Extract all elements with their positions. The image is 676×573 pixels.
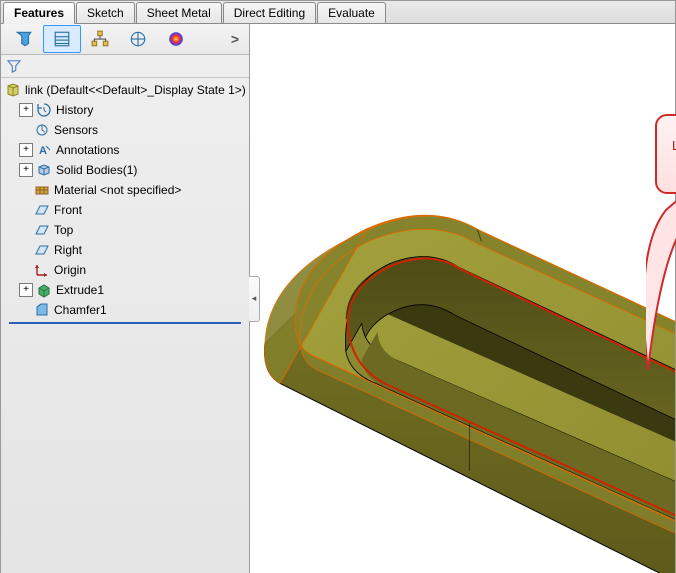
tree-item-extrude1[interactable]: + Extrude1 <box>1 280 249 300</box>
expander-icon <box>19 264 31 276</box>
tree-item-label: Right <box>54 243 82 257</box>
history-icon <box>36 102 52 118</box>
funnel-icon <box>7 59 21 73</box>
tree-item-front-plane[interactable]: Front <box>1 200 249 220</box>
expander-icon <box>19 124 31 136</box>
graphics-viewport[interactable]: ◂ <box>250 24 675 573</box>
expander-icon[interactable]: + <box>19 283 33 297</box>
tab-evaluate[interactable]: Evaluate <box>317 2 386 23</box>
feature-manager-tab[interactable] <box>5 25 43 53</box>
feature-manager-panel: > link (Default<<Default>_Display State … <box>1 24 250 573</box>
tree-item-material[interactable]: Material <not specified> <box>1 180 249 200</box>
svg-text:A: A <box>39 145 47 157</box>
tree-item-annotations[interactable]: + A Annotations <box>1 140 249 160</box>
tree-root[interactable]: link (Default<<Default>_Display State 1>… <box>1 80 249 100</box>
part-icon <box>5 82 21 98</box>
rollback-bar[interactable] <box>9 322 241 324</box>
tree-filter[interactable] <box>1 55 249 78</box>
property-manager-tab[interactable] <box>43 25 81 53</box>
extrude-icon <box>36 282 52 298</box>
configuration-manager-tab[interactable] <box>81 25 119 53</box>
tree-item-origin[interactable]: Origin <box>1 260 249 280</box>
expander-icon[interactable]: + <box>19 163 33 177</box>
tree-item-label: Chamfer1 <box>54 303 107 317</box>
tree-item-label: Annotations <box>56 143 119 157</box>
plane-icon <box>34 222 50 238</box>
expander-icon <box>19 184 31 196</box>
expander-icon <box>19 224 31 236</box>
tree-item-label: Front <box>54 203 82 217</box>
feature-tree: link (Default<<Default>_Display State 1>… <box>1 78 249 573</box>
plane-icon <box>34 242 50 258</box>
chamfer-icon <box>34 302 50 318</box>
command-manager-tabs: Features Sketch Sheet Metal Direct Editi… <box>1 1 675 24</box>
sensors-icon <box>34 122 50 138</box>
tree-item-chamfer1[interactable]: Chamfer1 <box>1 300 249 320</box>
tree-root-label: link (Default<<Default>_Display State 1>… <box>25 83 246 97</box>
tree-item-label: Origin <box>54 263 86 277</box>
tab-features[interactable]: Features <box>3 2 75 24</box>
toolbar-overflow[interactable]: > <box>225 31 245 47</box>
expander-icon <box>19 204 31 216</box>
display-manager-tab[interactable] <box>157 25 195 53</box>
feature-manager-toolbar: > <box>1 24 249 55</box>
tree-item-sensors[interactable]: Sensors <box>1 120 249 140</box>
tree-item-label: Material <not specified> <box>54 183 181 197</box>
expander-icon <box>19 304 31 316</box>
tree-item-right-plane[interactable]: Right <box>1 240 249 260</box>
expander-icon[interactable]: + <box>19 103 33 117</box>
tree-item-history[interactable]: + History <box>1 100 249 120</box>
plane-icon <box>34 202 50 218</box>
origin-icon <box>34 262 50 278</box>
solid-bodies-icon <box>36 162 52 178</box>
model-render <box>250 24 675 573</box>
expander-icon <box>19 244 31 256</box>
tab-sketch[interactable]: Sketch <box>76 2 135 23</box>
tab-sheet-metal[interactable]: Sheet Metal <box>136 2 222 23</box>
dimxpert-manager-tab[interactable] <box>119 25 157 53</box>
expander-icon[interactable]: + <box>19 143 33 157</box>
annotations-icon: A <box>36 142 52 158</box>
tree-item-label: Top <box>54 223 73 237</box>
callout-text: Move Chamfer1 to outer edge by LMB selec… <box>672 122 676 170</box>
tree-item-label: Solid Bodies(1) <box>56 163 137 177</box>
tree-item-label: Sensors <box>54 123 98 137</box>
tab-direct-editing[interactable]: Direct Editing <box>223 2 316 23</box>
tree-item-solid-bodies[interactable]: + Solid Bodies(1) <box>1 160 249 180</box>
instruction-callout: Move Chamfer1 to outer edge by LMB selec… <box>655 114 676 194</box>
tree-item-label: History <box>56 103 93 117</box>
material-icon <box>34 182 50 198</box>
tree-item-label: Extrude1 <box>56 283 104 297</box>
tree-item-top-plane[interactable]: Top <box>1 220 249 240</box>
